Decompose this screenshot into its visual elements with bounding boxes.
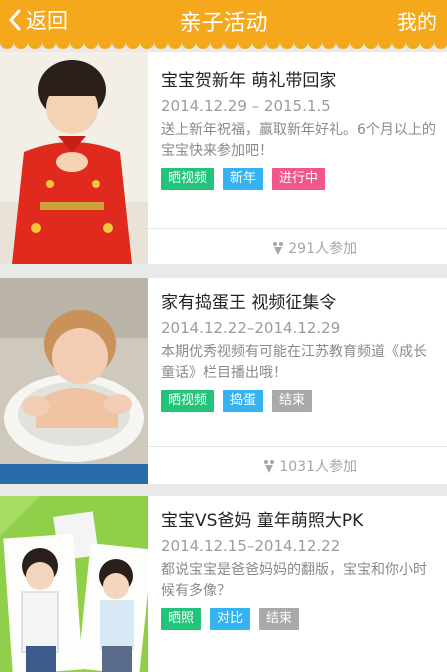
tag-list: 晒照 对比 结束 (161, 608, 439, 630)
tag-list: 晒视频 捣蛋 结束 (161, 390, 439, 412)
activity-date: 2014.12.22–2014.12.29 (161, 319, 341, 337)
activity-thumbnail (0, 278, 148, 484)
app-header: 返回 亲子活动 我的 (0, 0, 447, 42)
activity-description: 都说宝宝是爸爸妈妈的翻版，宝宝和你小时候有多像？ (161, 562, 427, 599)
activity-card[interactable]: 宝宝VS爸妈 童年萌照大PK 2014.12.15–2014.12.22 都说宝… (0, 496, 447, 672)
status-badge: 进行中 (272, 168, 326, 190)
activity-description: 送上新年祝福，赢取新年好礼。6个月以上的宝宝快来参加吧！ (161, 122, 436, 159)
page-title: 亲子活动 (179, 11, 268, 36)
tag[interactable]: 捣蛋 (223, 390, 264, 412)
header-scallop-border (0, 40, 447, 50)
divider (148, 228, 447, 229)
tag[interactable]: 晒视频 (161, 168, 215, 190)
activity-description: 本期优秀视频有可能在江苏教育频道《成长童话》栏目播出哦！ (161, 344, 427, 381)
activity-title: 宝宝VS爸妈 童年萌照大PK (161, 511, 364, 531)
tag[interactable]: 新年 (223, 168, 264, 190)
tag[interactable]: 晒视频 (161, 390, 215, 412)
participant-count: 291人参加 (271, 238, 357, 258)
participant-count-label: 1031人参加 (279, 459, 357, 475)
participant-count: 1031人参加 (262, 456, 357, 476)
activity-card[interactable]: 宝宝贺新年 萌礼带回家 2014.12.29 – 2015.1.5 送上新年祝福… (0, 52, 447, 264)
status-badge: 结束 (272, 390, 313, 412)
people-icon (264, 460, 275, 473)
activity-thumbnail (0, 496, 148, 672)
participant-count-label: 291人参加 (288, 241, 357, 257)
status-badge: 结束 (259, 608, 300, 630)
activity-date: 2014.12.29 – 2015.1.5 (161, 97, 331, 115)
activity-card[interactable]: 家有捣蛋王 视频征集令 2014.12.22–2014.12.29 本期优秀视频… (0, 278, 447, 484)
tag[interactable]: 对比 (210, 608, 251, 630)
people-icon (273, 242, 284, 255)
mine-button[interactable]: 我的 (397, 6, 437, 35)
activity-thumbnail (0, 52, 148, 264)
tag[interactable]: 晒照 (161, 608, 202, 630)
activity-title: 家有捣蛋王 视频征集令 (161, 293, 337, 313)
divider (148, 446, 447, 447)
activity-date: 2014.12.15–2014.12.22 (161, 537, 341, 555)
tag-list: 晒视频 新年 进行中 (161, 168, 439, 190)
activity-title: 宝宝贺新年 萌礼带回家 (161, 71, 337, 91)
